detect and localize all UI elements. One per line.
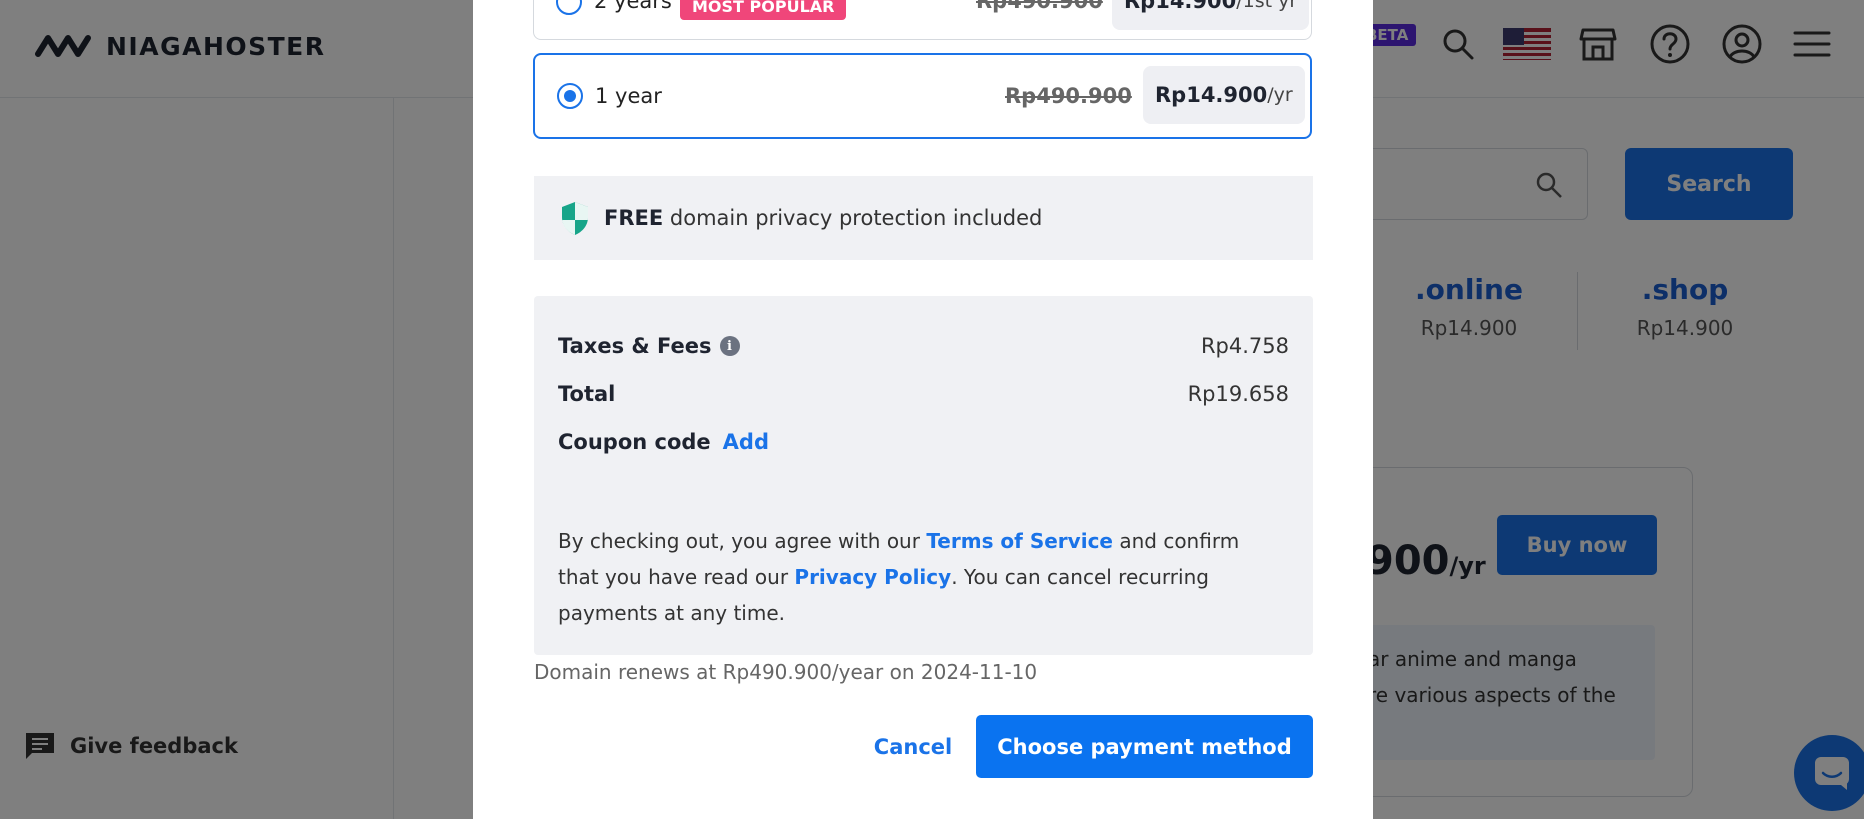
period-label: 1 year: [595, 84, 662, 108]
renewal-note: Domain renews at Rp490.900/year on 2024-…: [534, 660, 1038, 684]
add-coupon-link[interactable]: Add: [723, 430, 769, 454]
choose-payment-method-button[interactable]: Choose payment method: [976, 715, 1313, 778]
period-price: Rp14.900/1st yr: [1112, 0, 1310, 30]
period-radio[interactable]: [556, 0, 582, 15]
period-radio-selected[interactable]: [557, 83, 583, 109]
taxes-fees-row: Taxes & Fees i Rp4.758: [558, 331, 1289, 361]
coupon-label: Coupon code: [558, 430, 711, 454]
checkout-modal: 2 years MOST POPULAR Rp490.900 Rp14.900/…: [473, 0, 1373, 819]
total-value: Rp19.658: [1187, 382, 1289, 406]
most-popular-badge: MOST POPULAR: [680, 0, 847, 20]
period-option-2-years[interactable]: 2 years MOST POPULAR Rp490.900 Rp14.900/…: [533, 0, 1312, 40]
terms-of-service-link[interactable]: Terms of Service: [926, 529, 1113, 553]
taxes-fees-label: Taxes & Fees: [558, 334, 712, 358]
period-label: 2 years: [594, 0, 672, 13]
order-summary: Taxes & Fees i Rp4.758 Total Rp19.658 Cou…: [534, 296, 1313, 655]
privacy-policy-link[interactable]: Privacy Policy: [794, 565, 951, 589]
period-old-price: Rp490.900: [976, 0, 1103, 13]
privacy-text: FREE domain privacy protection included: [604, 206, 1043, 230]
shield-icon: [562, 202, 588, 235]
period-option-1-year[interactable]: 1 year Rp490.900 Rp14.900/yr: [533, 53, 1312, 139]
privacy-protection-banner: FREE domain privacy protection included: [534, 176, 1313, 260]
period-old-price: Rp490.900: [1005, 84, 1132, 108]
total-row: Total Rp19.658: [558, 379, 1289, 409]
terms-agreement-text: By checking out, you agree with our Term…: [558, 529, 1240, 625]
info-icon[interactable]: i: [719, 336, 740, 356]
total-label: Total: [558, 382, 616, 406]
taxes-fees-value: Rp4.758: [1200, 334, 1289, 358]
period-price: Rp14.900/yr: [1143, 66, 1305, 124]
coupon-row: Coupon code Add: [558, 427, 1289, 457]
